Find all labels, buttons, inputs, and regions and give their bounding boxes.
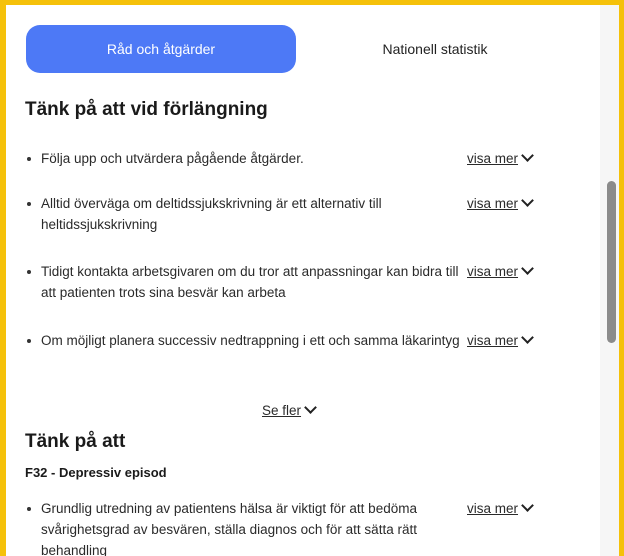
- bullet-icon: [27, 202, 31, 206]
- chevron-down-icon: [521, 194, 534, 207]
- chevron-down-icon: [521, 331, 534, 344]
- list-item-text: Alltid överväga om deltidssjukskrivning …: [41, 196, 382, 232]
- bullet-icon: [27, 507, 31, 511]
- visa-mer-label: visa mer: [467, 333, 519, 348]
- diagnosis-label: F32 - Depressiv episod: [25, 465, 167, 480]
- se-fler-link[interactable]: Se fler: [262, 400, 317, 421]
- list-item-text: Tidigt kontakta arbetsgivaren om du tror…: [41, 264, 459, 300]
- se-fler-label: Se fler: [262, 403, 302, 418]
- visa-mer-link[interactable]: visa mer: [467, 193, 534, 214]
- visa-mer-label: visa mer: [467, 501, 519, 516]
- chevron-down-icon: [521, 262, 534, 275]
- tab-rad-och-atgarder[interactable]: Råd och åtgärder: [26, 25, 296, 73]
- list-item-text: Om möjligt planera successiv nedtrappnin…: [41, 333, 460, 348]
- bullet-icon: [27, 339, 31, 343]
- chevron-down-icon: [521, 499, 534, 512]
- tab-label: Nationell statistik: [382, 41, 488, 57]
- section-title-forlangning: Tänk på att vid förlängning: [25, 99, 268, 120]
- visa-mer-label: visa mer: [467, 264, 519, 279]
- content-panel: Råd och åtgärder Nationell statistik Tän…: [6, 5, 600, 556]
- visa-mer-link[interactable]: visa mer: [467, 148, 534, 169]
- visa-mer-label: visa mer: [467, 196, 519, 211]
- chevron-down-icon: [521, 149, 534, 162]
- scrollbar-thumb[interactable]: [607, 181, 616, 343]
- tab-nationell-statistik[interactable]: Nationell statistik: [296, 25, 574, 73]
- list-item-text: Följa upp och utvärdera pågående åtgärde…: [41, 151, 304, 166]
- bullet-icon: [27, 157, 31, 161]
- visa-mer-label: visa mer: [467, 151, 519, 166]
- visa-mer-link[interactable]: visa mer: [467, 261, 534, 282]
- tab-bar: Råd och åtgärder Nationell statistik: [26, 25, 574, 73]
- app-frame: Råd och åtgärder Nationell statistik Tän…: [0, 0, 624, 556]
- tab-label: Råd och åtgärder: [106, 41, 216, 57]
- list-item-text: Grundlig utredning av patientens hälsa ä…: [41, 501, 417, 556]
- visa-mer-link[interactable]: visa mer: [467, 330, 534, 351]
- section-title-tank-pa-att: Tänk på att: [25, 431, 126, 452]
- visa-mer-link[interactable]: visa mer: [467, 498, 534, 519]
- bullet-icon: [27, 270, 31, 274]
- chevron-down-icon: [304, 401, 317, 414]
